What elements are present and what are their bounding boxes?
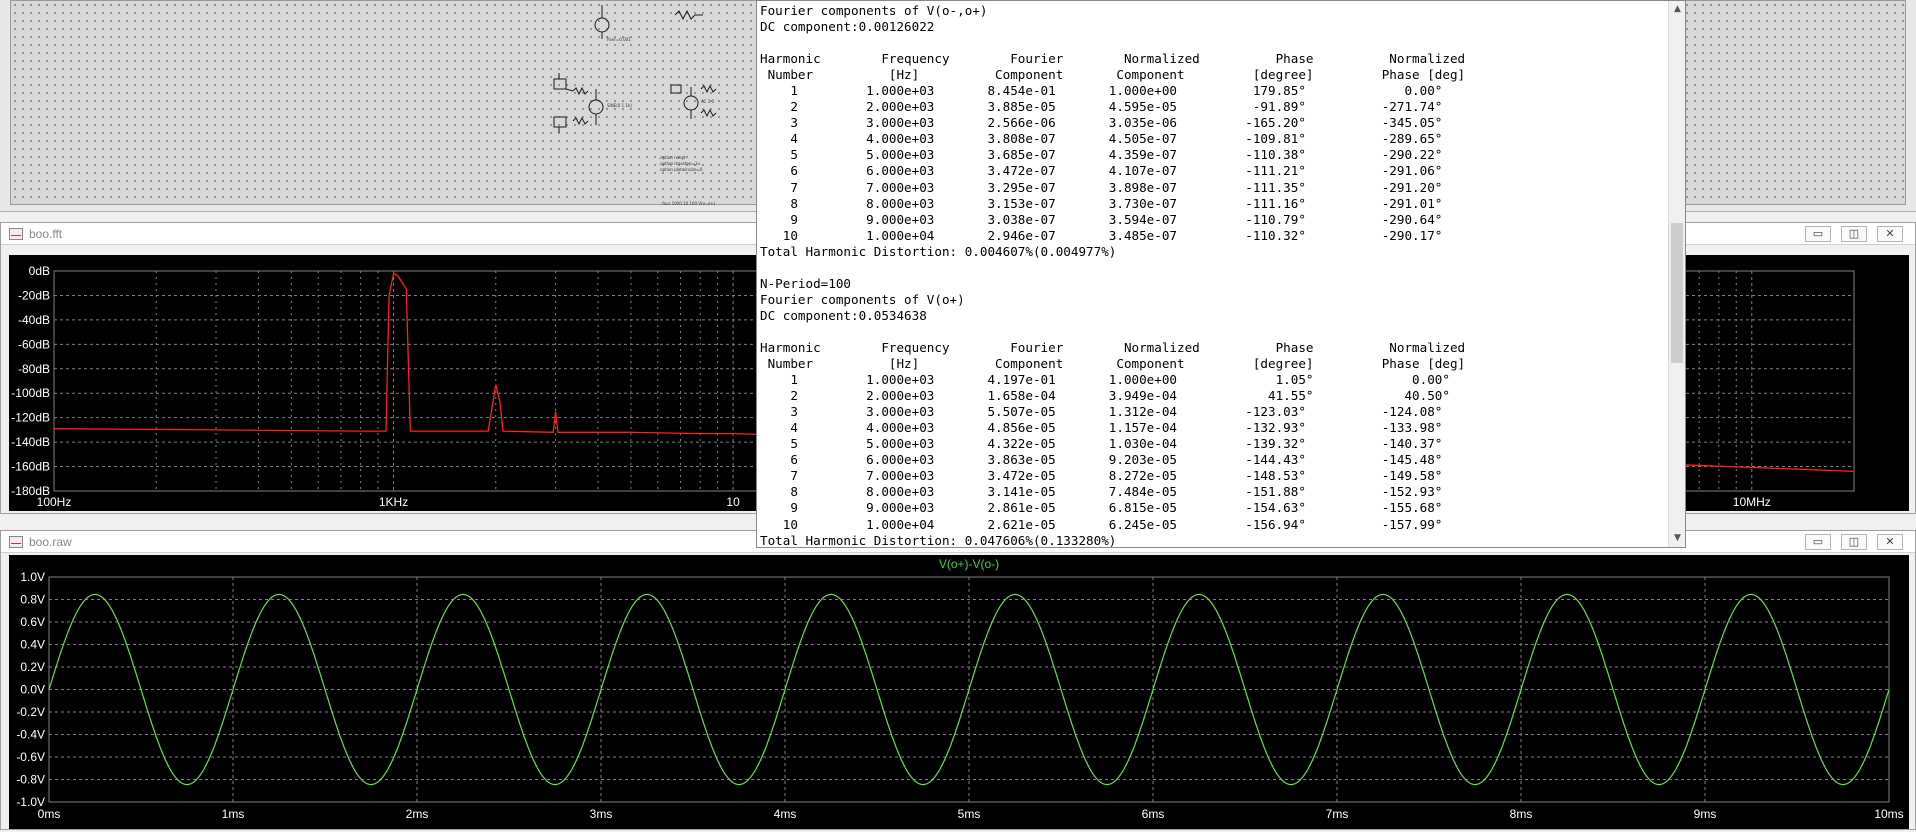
voltage-source-symbol [594,17,610,33]
restore-button[interactable]: ◫ [1841,534,1867,550]
fft-y-tick-label: -40dB [18,313,50,327]
fourier-text-line: 1 1.000e+03 4.197e-01 1.000e+00 1.05° 0.… [760,372,1450,388]
raw-y-tick-label: -1.0V [16,795,45,809]
raw-window-title: boo.raw [29,535,72,549]
schematic-label: .option maxstep=1u [659,161,700,166]
fourier-text-line: 10 1.000e+04 2.946e-07 3.485e-07 -110.32… [760,227,1443,243]
fft-x-tick-label: 1KHz [379,495,408,509]
resistor-symbol [674,9,696,21]
fourier-text-line: Total Harmonic Distortion: 0.047606%(0.1… [760,532,1117,548]
fourier-text-line: Number [Hz] Component Component [degree]… [760,356,1466,372]
fourier-text-line: 9 9.000e+03 2.861e-05 6.815e-05 -154.63°… [760,500,1443,516]
minimize-button[interactable]: ▭ [1805,226,1831,242]
fourier-text-line: 4 4.000e+03 4.856e-05 1.157e-04 -132.93°… [760,420,1443,436]
fourier-output-text[interactable]: Fourier components of V(o-,o+) DC compone… [760,3,1466,548]
fourier-text-line [760,260,1465,276]
fft-y-tick-label: -60dB [18,337,50,351]
restore-button[interactable]: ◫ [1841,226,1867,242]
fourier-text-line: DC component:0.00126022 [760,19,935,35]
raw-y-tick-label: 0.2V [20,660,45,674]
raw-plot-pane[interactable]: 0ms 1ms 2ms 3ms 4ms 5ms 6ms 7ms 8ms 9ms 10ms 1.0V 0.… [9,555,1909,829]
minimize-button[interactable]: ▭ [1805,534,1831,550]
fft-x-tick-label: 100Hz [37,495,72,509]
fourier-text-line: Fourier components of V(o-,o+) [760,3,988,18]
schematic-label: SINE(0 1 1k) [607,103,632,108]
fourier-text-line: Harmonic Frequency Fourier Normalized Ph… [760,339,1466,355]
raw-x-tick-label: 7ms [1326,807,1349,821]
fft-y-tick-label: -140dB [11,435,50,449]
fft-y-tick-label: -80dB [18,362,50,376]
fourier-text-line: 5 5.000e+03 4.322e-05 1.030e-04 -139.32°… [760,436,1443,452]
raw-y-tick-label: 0.4V [20,638,45,652]
raw-x-tick-label: 6ms [1142,807,1165,821]
schematic-label: .four 1000 10 100 V(o-,o+) [661,201,716,206]
raw-y-tick-label: 0.8V [20,593,45,607]
vertical-scrollbar[interactable]: ▲ ▼ [1668,1,1685,547]
schematic-label: .option plotwinsize=0 [659,167,703,172]
fourier-text-line: Harmonic Frequency Fourier Normalized Ph… [760,51,1466,67]
raw-x-tick-label: 9ms [1694,807,1717,821]
waveform-icon [9,536,23,548]
fft-y-tick-label: -120dB [11,411,50,425]
schematic-label: AC 1 0 [701,99,715,104]
raw-x-tick-label: 2ms [406,807,429,821]
fourier-text-line: 7 7.000e+03 3.295e-07 3.898e-07 -111.35°… [760,179,1443,195]
fourier-text-line: 4 4.000e+03 3.808e-07 4.505e-07 -109.81°… [760,131,1443,147]
scroll-up-arrow-icon[interactable]: ▲ [1669,1,1685,18]
raw-x-tick-label: 10ms [1874,807,1903,821]
raw-window[interactable]: boo.raw ▭ ◫ ✕ 0ms 1ms 2ms 3ms 4ms 5ms 6ms 7ms 8m… [0,530,1916,830]
scrollbar-thumb[interactable] [1671,223,1683,363]
fourier-text-line: 1 1.000e+03 8.454e-01 1.000e+00 179.85° … [760,83,1443,99]
fourier-text-line: N-Period=100 [760,275,851,291]
raw-y-tick-label: -0.6V [16,750,45,764]
fourier-text-line: 3 3.000e+03 2.566e-06 3.035e-06 -165.20°… [760,115,1443,131]
raw-trace[interactable] [48,593,1890,786]
raw-x-tick-label: 1ms [222,807,245,821]
raw-trace-name[interactable]: V(o+)-V(o-) [939,557,999,571]
raw-y-tick-label: -0.4V [16,728,45,742]
raw-y-tick-label: 1.0V [20,570,45,584]
raw-x-tick-label: 8ms [1510,807,1533,821]
fourier-text-line [760,35,1465,51]
close-button[interactable]: ✕ [1877,534,1903,550]
fourier-text-line: 6 6.000e+03 3.863e-05 9.203e-05 -144.43°… [760,452,1443,468]
fourier-text-line: DC component:0.0534638 [760,307,927,323]
spice-error-log-window[interactable]: Fourier components of V(o-,o+) DC compone… [756,0,1686,548]
fourier-text-line: 7 7.000e+03 3.472e-05 8.272e-05 -148.53°… [760,468,1443,484]
raw-y-tick-label: 0.0V [20,683,45,697]
fourier-text-line: 8 8.000e+03 3.141e-05 7.484e-05 -151.88°… [760,484,1443,500]
raw-x-tick-label: 3ms [590,807,613,821]
schematic-label: .option noopt [659,155,686,160]
fft-y-tick-label: -160dB [11,460,50,474]
fourier-text-line: 9 9.000e+03 3.038e-07 3.594e-07 -110.79°… [760,211,1443,227]
fft-x-tick-label: 10MHz [1733,495,1771,509]
fourier-text-line: 5 5.000e+03 3.685e-07 4.359e-07 -110.38°… [760,147,1443,163]
fourier-text-line: 6 6.000e+03 3.472e-07 4.107e-07 -111.21°… [760,163,1443,179]
raw-y-tick-label: -0.8V [16,773,45,787]
fourier-text-line: 2 2.000e+03 1.658e-04 3.949e-04 41.55° 4… [760,388,1450,404]
raw-x-tick-label: 5ms [958,807,981,821]
fourier-text-line: Total Harmonic Distortion: 0.004607%(0.0… [760,243,1117,259]
fft-y-tick-label: 0dB [29,264,50,278]
fft-x-tick-label: 10 [726,495,740,509]
schematic-label: Rser=0.001 [607,37,631,42]
waveform-icon [9,228,23,240]
fourier-text-line: Fourier components of V(o+) [760,291,965,307]
fft-y-tick-label: -100dB [11,386,50,400]
close-button[interactable]: ✕ [1877,226,1903,242]
raw-x-tick-label: 0ms [38,807,61,821]
fourier-text-line: 8 8.000e+03 3.153e-07 3.730e-07 -111.16°… [760,195,1443,211]
raw-x-tick-label: 4ms [774,807,797,821]
raw-plot[interactable]: 0ms 1ms 2ms 3ms 4ms 5ms 6ms 7ms 8ms 9ms 10ms 1.0V 0.… [9,555,1909,829]
fourier-text-line: Number [Hz] Component Component [degree]… [760,67,1466,83]
raw-y-tick-label: 0.6V [20,615,45,629]
raw-y-tick-label: -0.2V [16,705,45,719]
fourier-text-line: 2 2.000e+03 3.885e-05 4.595e-05 -91.89° … [760,99,1443,115]
fourier-text-line: 3 3.000e+03 5.507e-05 1.312e-04 -123.03°… [760,404,1443,420]
fft-y-tick-label: -20dB [18,288,50,302]
fourier-text-line: 10 1.000e+04 2.621e-05 6.245e-05 -156.94… [760,516,1443,532]
fourier-text-line [760,324,1465,340]
scroll-down-arrow-icon[interactable]: ▼ [1669,530,1685,547]
fft-window-title: boo.fft [29,227,63,241]
